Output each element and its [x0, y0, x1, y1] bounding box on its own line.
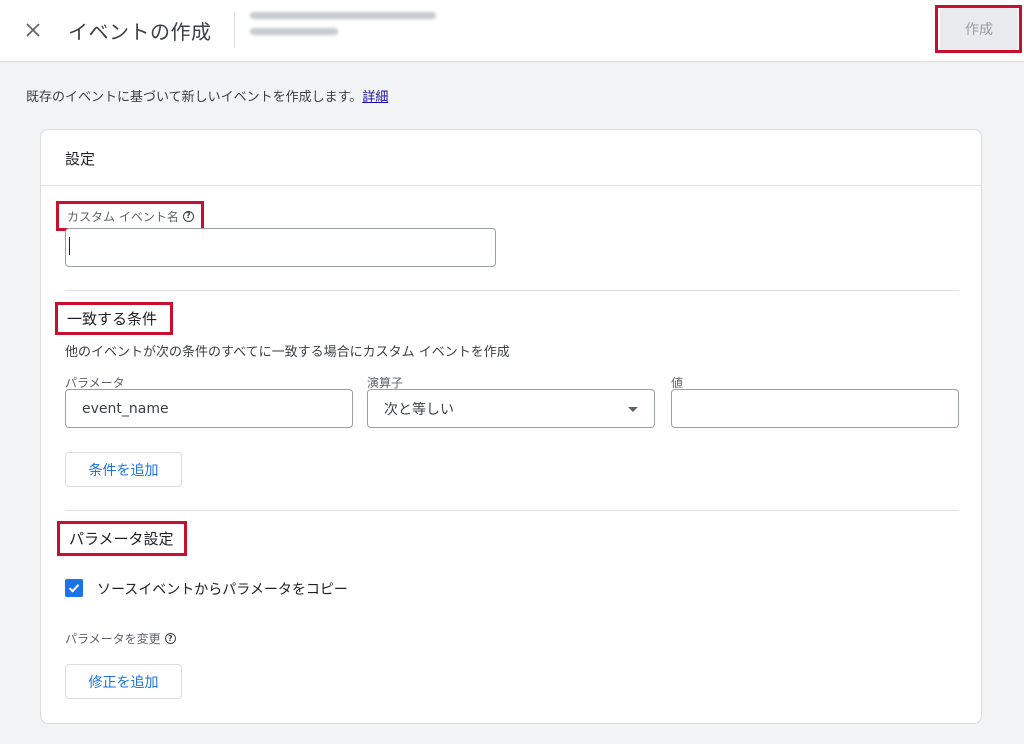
- copy-parameters-checkbox[interactable]: [65, 579, 83, 597]
- matching-conditions-title: 一致する条件: [55, 302, 173, 335]
- parameter-settings-text: パラメータ設定: [69, 530, 174, 548]
- settings-card: 設定 カスタム イベント名 ? 一致する条件 他のイベントが次の条件のすべてに一…: [40, 129, 982, 724]
- dropdown-arrow-icon: [628, 407, 638, 412]
- title-divider: [234, 12, 235, 48]
- custom-event-name-label: カスタム イベント名 ?: [56, 201, 204, 231]
- add-condition-button[interactable]: 条件を追加: [65, 452, 182, 487]
- divider: [65, 290, 959, 291]
- divider: [65, 510, 959, 511]
- operator-value: 次と等しい: [384, 401, 454, 418]
- details-link[interactable]: 詳細: [362, 90, 388, 105]
- custom-event-name-input[interactable]: [65, 228, 496, 267]
- modify-parameters-label: パラメータを変更 ?: [65, 630, 176, 647]
- top-app-bar: イベントの作成 作成: [0, 0, 1024, 62]
- help-icon[interactable]: ?: [182, 210, 194, 222]
- intro-text: 既存のイベントに基づいて新しいイベントを作成します。詳細: [26, 86, 388, 105]
- highlight-box-create: [935, 5, 1022, 53]
- check-icon: [68, 584, 80, 593]
- custom-event-name-text: カスタム イベント名: [67, 209, 179, 224]
- modify-parameters-text: パラメータを変更: [65, 632, 161, 646]
- parameter-input[interactable]: event_name: [65, 389, 353, 428]
- card-title: 設定: [65, 150, 96, 168]
- help-icon[interactable]: ?: [164, 633, 176, 644]
- add-modification-button[interactable]: 修正を追加: [65, 664, 182, 699]
- conditions-description: 他のイベントが次の条件のすべてに一致する場合にカスタム イベントを作成: [65, 345, 510, 360]
- value-input[interactable]: [671, 389, 959, 428]
- matching-conditions-text: 一致する条件: [67, 310, 158, 328]
- page-title: イベントの作成: [68, 20, 212, 44]
- close-icon: [26, 23, 40, 37]
- property-info-redacted: [250, 12, 436, 44]
- copy-parameters-label[interactable]: ソースイベントからパラメータをコピー: [97, 579, 348, 599]
- intro-description: 既存のイベントに基づいて新しいイベントを作成します。: [26, 90, 363, 105]
- text-cursor: [69, 237, 70, 255]
- operator-select[interactable]: 次と等しい: [367, 389, 655, 428]
- parameter-settings-title: パラメータ設定: [57, 521, 187, 556]
- close-button[interactable]: [20, 17, 46, 43]
- card-header: 設定: [41, 130, 981, 186]
- parameter-value: event_name: [82, 400, 169, 417]
